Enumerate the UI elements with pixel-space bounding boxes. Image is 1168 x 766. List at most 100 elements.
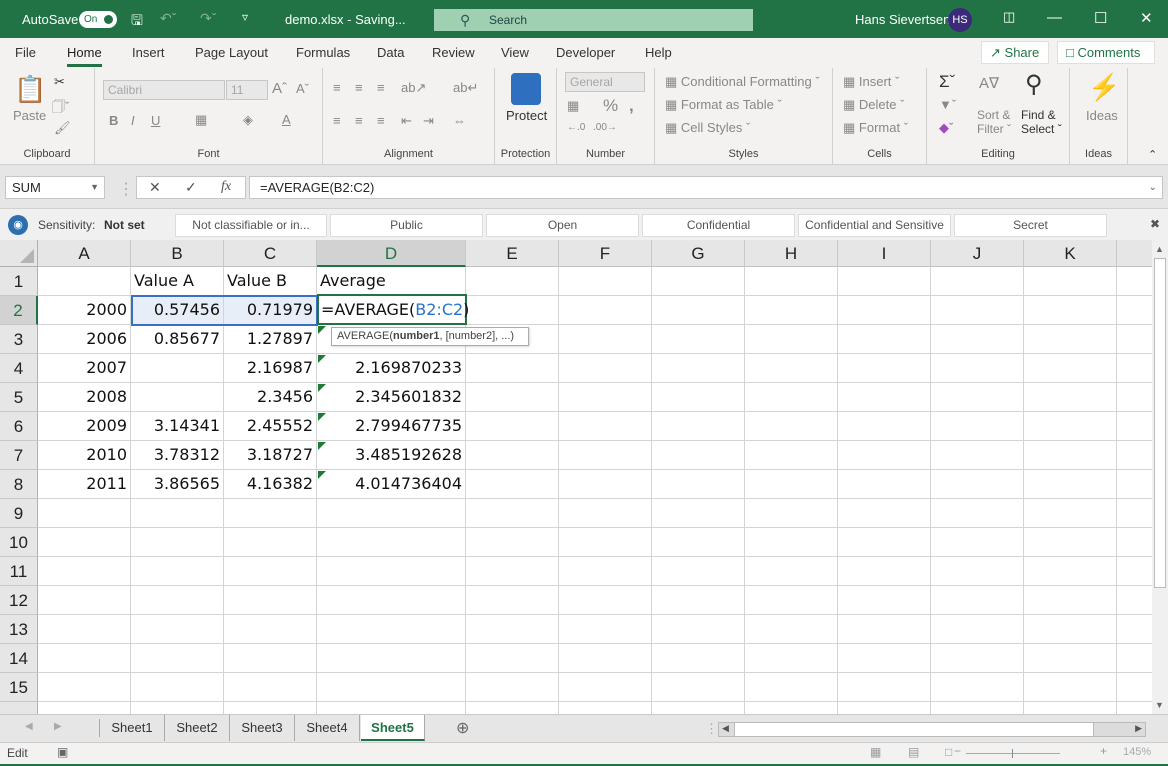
- cell-b12[interactable]: [131, 586, 224, 615]
- cell-k1[interactable]: [1024, 267, 1117, 296]
- cell-c10[interactable]: [224, 528, 317, 557]
- tab-home[interactable]: Home: [67, 45, 102, 67]
- cell-a13[interactable]: [38, 615, 131, 644]
- cell-styles-button[interactable]: ▦ Cell Styles ˇ: [665, 120, 750, 136]
- cell-l14[interactable]: [1117, 644, 1152, 673]
- column-header-h[interactable]: H: [745, 240, 838, 267]
- cell-h1[interactable]: [745, 267, 838, 296]
- error-indicator-icon[interactable]: [318, 384, 326, 392]
- cell-a11[interactable]: [38, 557, 131, 586]
- horizontal-scroll-thumb[interactable]: [734, 723, 1094, 736]
- percent-icon[interactable]: %: [603, 96, 618, 116]
- sort-filter-label[interactable]: Sort & Filter ˇ: [977, 108, 1011, 136]
- borders-icon[interactable]: ▦: [195, 112, 207, 128]
- cell-j11[interactable]: [931, 557, 1024, 586]
- sheet-tab[interactable]: Sheet4: [295, 715, 360, 741]
- cell-j2[interactable]: [931, 296, 1024, 325]
- error-indicator-icon[interactable]: [318, 413, 326, 421]
- row-header-4[interactable]: 4: [0, 354, 38, 383]
- share-button[interactable]: ↗ Share: [981, 41, 1049, 64]
- collapse-ribbon-icon[interactable]: ⌃: [1148, 148, 1157, 161]
- cell-d9[interactable]: [317, 499, 466, 528]
- vertical-scroll-thumb[interactable]: [1154, 258, 1166, 588]
- cell-a15[interactable]: [38, 673, 131, 702]
- cell-f13[interactable]: [559, 615, 652, 644]
- cell-d10[interactable]: [317, 528, 466, 557]
- cell-l3[interactable]: [1117, 325, 1152, 354]
- name-box[interactable]: SUM ▼: [5, 176, 105, 199]
- cell-c6[interactable]: 2.45552: [224, 412, 317, 441]
- redo-icon[interactable]: ↷ˇ: [200, 10, 216, 27]
- horizontal-scrollbar[interactable]: ◀ ▶: [718, 722, 1146, 737]
- document-title[interactable]: demo.xlsx - Saving...: [285, 12, 406, 27]
- close-icon[interactable]: ✕: [1140, 9, 1153, 27]
- row-header-6[interactable]: 6: [0, 412, 38, 441]
- sheet-tab-active[interactable]: Sheet5: [361, 715, 425, 741]
- column-header-j[interactable]: J: [931, 240, 1024, 267]
- cell-a3[interactable]: 2006: [38, 325, 131, 354]
- undo-icon[interactable]: ↶ˇ: [160, 10, 176, 27]
- comma-icon[interactable]: ,: [629, 96, 634, 116]
- error-indicator-icon[interactable]: [318, 471, 326, 479]
- cell-d1[interactable]: Average: [317, 267, 466, 296]
- cell-k3[interactable]: [1024, 325, 1117, 354]
- error-indicator-icon[interactable]: [318, 355, 326, 363]
- sensitivity-option[interactable]: Confidential and Sensitive: [798, 214, 951, 237]
- cell-c15[interactable]: [224, 673, 317, 702]
- cell-e8[interactable]: [466, 470, 559, 499]
- search-box[interactable]: ⚲ Search: [434, 9, 753, 31]
- cell-d16[interactable]: [317, 702, 466, 714]
- align-middle-icon[interactable]: ≡: [355, 80, 363, 95]
- cell-f16[interactable]: [559, 702, 652, 714]
- cell-b14[interactable]: [131, 644, 224, 673]
- cell-i15[interactable]: [838, 673, 931, 702]
- cell-c5[interactable]: 2.3456: [224, 383, 317, 412]
- row-header-11[interactable]: 11: [0, 557, 38, 586]
- row-header-9[interactable]: 9: [0, 499, 38, 528]
- cell-i4[interactable]: [838, 354, 931, 383]
- cell-f3[interactable]: [559, 325, 652, 354]
- cell-h8[interactable]: [745, 470, 838, 499]
- increase-font-icon[interactable]: Aˆ: [272, 80, 287, 97]
- tab-file[interactable]: File: [15, 45, 36, 60]
- cell-l13[interactable]: [1117, 615, 1152, 644]
- cell-b16[interactable]: [131, 702, 224, 714]
- cell-h10[interactable]: [745, 528, 838, 557]
- cell-k5[interactable]: [1024, 383, 1117, 412]
- tab-data[interactable]: Data: [377, 45, 404, 60]
- cell-b6[interactable]: 3.14341: [131, 412, 224, 441]
- cell-i12[interactable]: [838, 586, 931, 615]
- cell-g10[interactable]: [652, 528, 745, 557]
- sheet-tab[interactable]: Sheet3: [230, 715, 295, 741]
- row-header-7[interactable]: 7: [0, 441, 38, 470]
- cell-a9[interactable]: [38, 499, 131, 528]
- cell-e6[interactable]: [466, 412, 559, 441]
- cell-b1[interactable]: Value A: [131, 267, 224, 296]
- cell-i9[interactable]: [838, 499, 931, 528]
- cell-d15[interactable]: [317, 673, 466, 702]
- cell-e11[interactable]: [466, 557, 559, 586]
- sensitivity-option[interactable]: Secret: [954, 214, 1107, 237]
- cell-g14[interactable]: [652, 644, 745, 673]
- cell-f8[interactable]: [559, 470, 652, 499]
- cell-l15[interactable]: [1117, 673, 1152, 702]
- cell-f2[interactable]: [559, 296, 652, 325]
- italic-icon[interactable]: I: [131, 113, 135, 128]
- cell-b4[interactable]: [131, 354, 224, 383]
- sort-filter-icon[interactable]: A∇: [979, 74, 999, 92]
- cell-h13[interactable]: [745, 615, 838, 644]
- maximize-icon[interactable]: ☐: [1094, 9, 1107, 27]
- cell-j12[interactable]: [931, 586, 1024, 615]
- cell-i6[interactable]: [838, 412, 931, 441]
- ideas-button-label[interactable]: Ideas: [1086, 108, 1118, 123]
- cell-g5[interactable]: [652, 383, 745, 412]
- protect-icon[interactable]: [511, 73, 541, 105]
- align-center-icon[interactable]: ≡: [355, 113, 363, 128]
- column-header-e[interactable]: E: [466, 240, 559, 267]
- save-icon[interactable]: 🖫: [131, 10, 143, 34]
- cell-j15[interactable]: [931, 673, 1024, 702]
- row-header-13[interactable]: 13: [0, 615, 38, 644]
- cell-g15[interactable]: [652, 673, 745, 702]
- cell-b9[interactable]: [131, 499, 224, 528]
- formula-input[interactable]: =AVERAGE(B2:C2) ⌄: [249, 176, 1163, 199]
